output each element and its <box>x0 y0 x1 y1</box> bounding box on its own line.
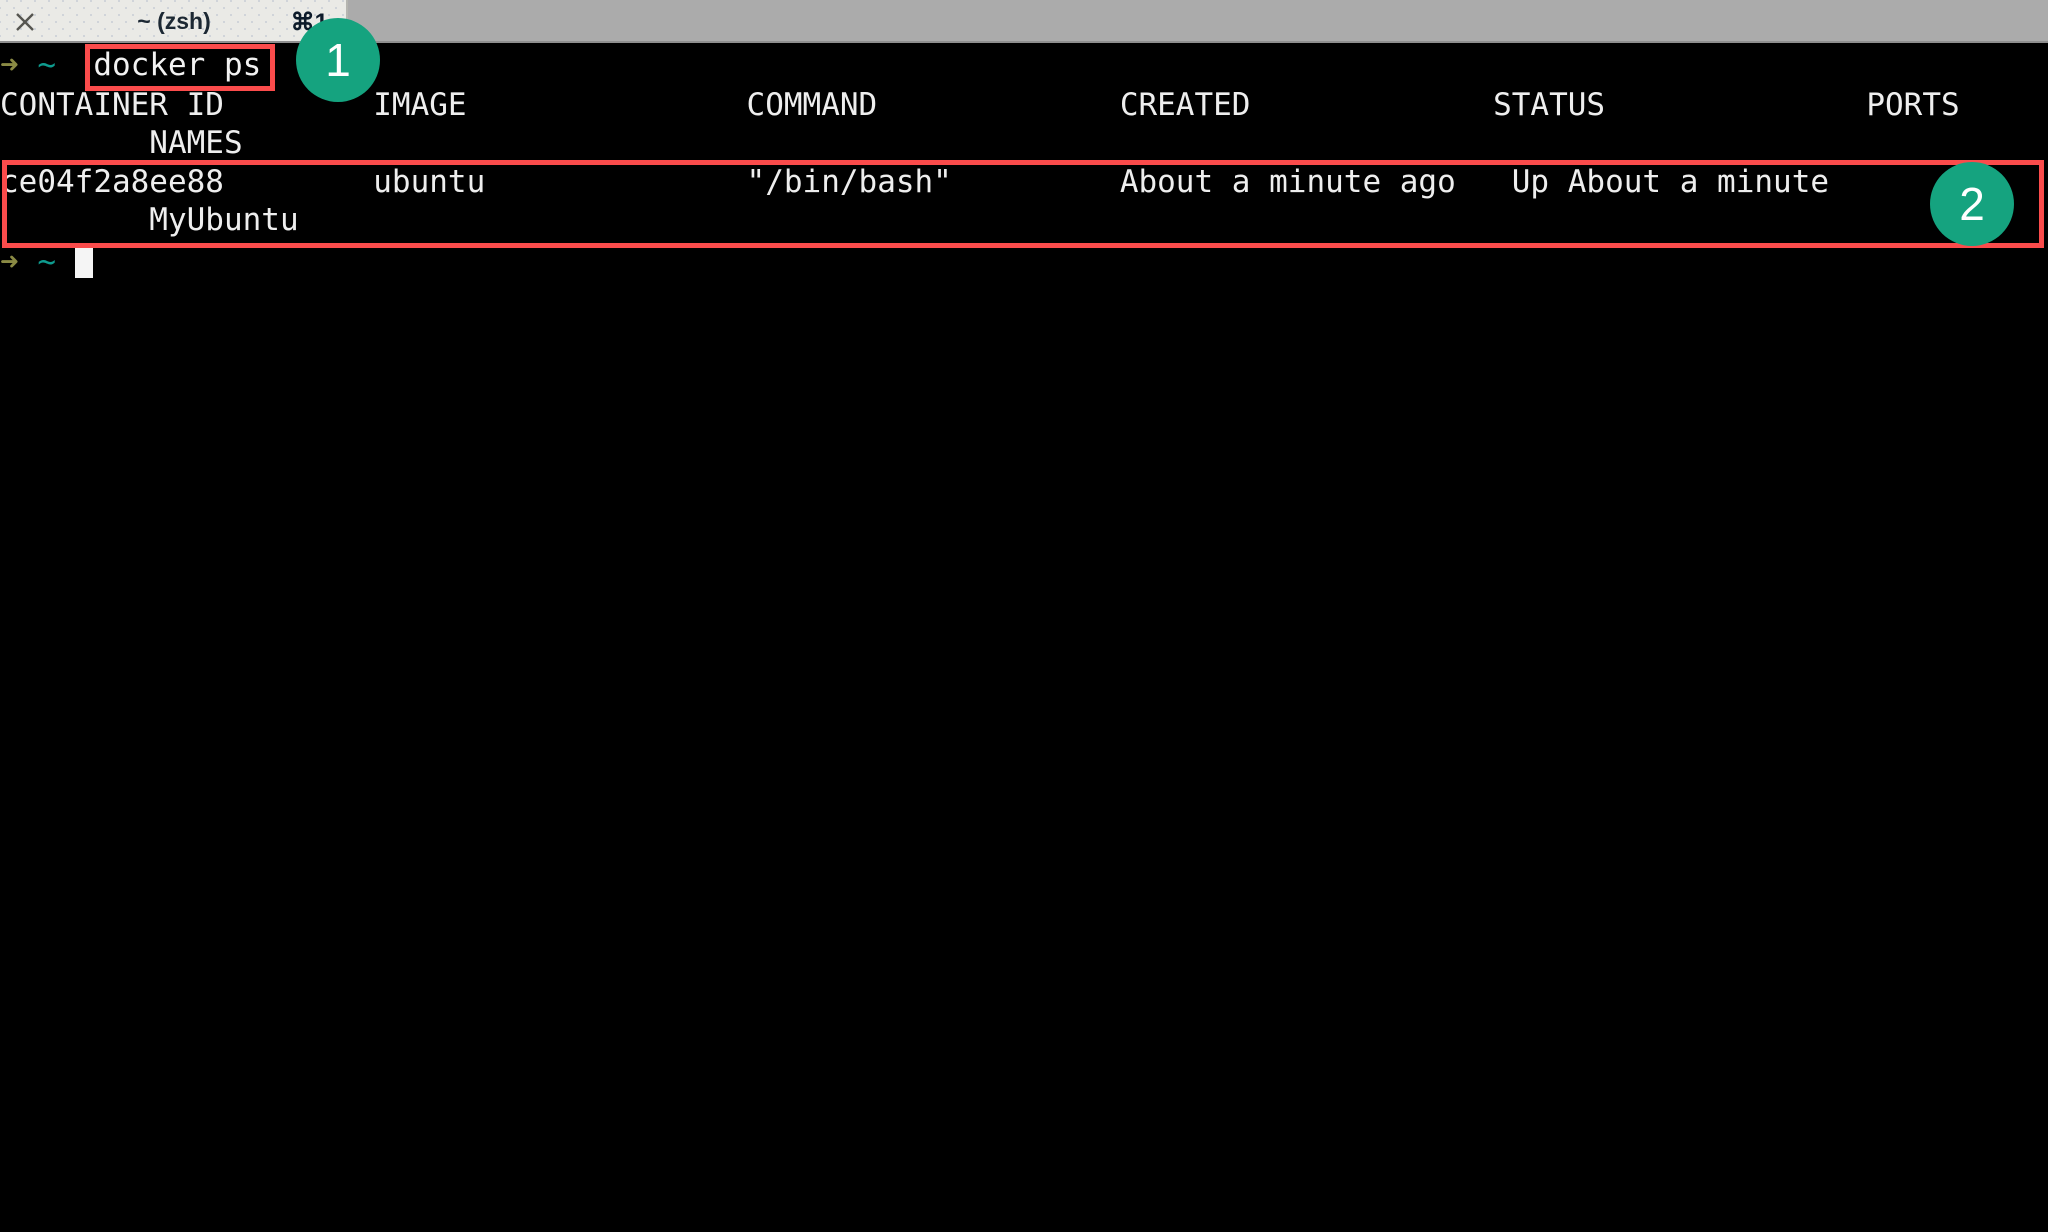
prompt-cwd: ~ <box>37 47 57 83</box>
typed-command: docker ps <box>93 47 262 83</box>
prompt-arrow-icon: ➜ <box>0 47 19 83</box>
output-header-line-2: NAMES <box>0 125 243 161</box>
tab-zsh[interactable]: ~ (zsh) ⌘1 <box>0 0 348 43</box>
terminal-body[interactable]: ➜ ~ docker ps CONTAINER ID IMAGE COMMAND… <box>0 43 2048 1232</box>
output-row-line-1: ce04f2a8ee88 ubuntu "/bin/bash" About a … <box>0 164 1830 200</box>
prompt-line: ➜ ~ <box>0 243 2048 281</box>
prompt-cwd-2: ~ <box>37 244 57 280</box>
step-badge-1: 1 <box>296 18 380 102</box>
text-cursor <box>74 246 93 278</box>
terminal-window: ~ (zsh) ⌘1 ➜ ~ docker ps CONTAINER ID IM… <box>0 0 2048 1232</box>
output-header-line-1: CONTAINER ID IMAGE COMMAND CREATED STATU… <box>0 87 1960 123</box>
step-badge-2: 2 <box>1930 162 2014 246</box>
output-row-line-2: MyUbuntu <box>0 202 299 238</box>
prompt-arrow-icon-2: ➜ <box>0 244 19 280</box>
